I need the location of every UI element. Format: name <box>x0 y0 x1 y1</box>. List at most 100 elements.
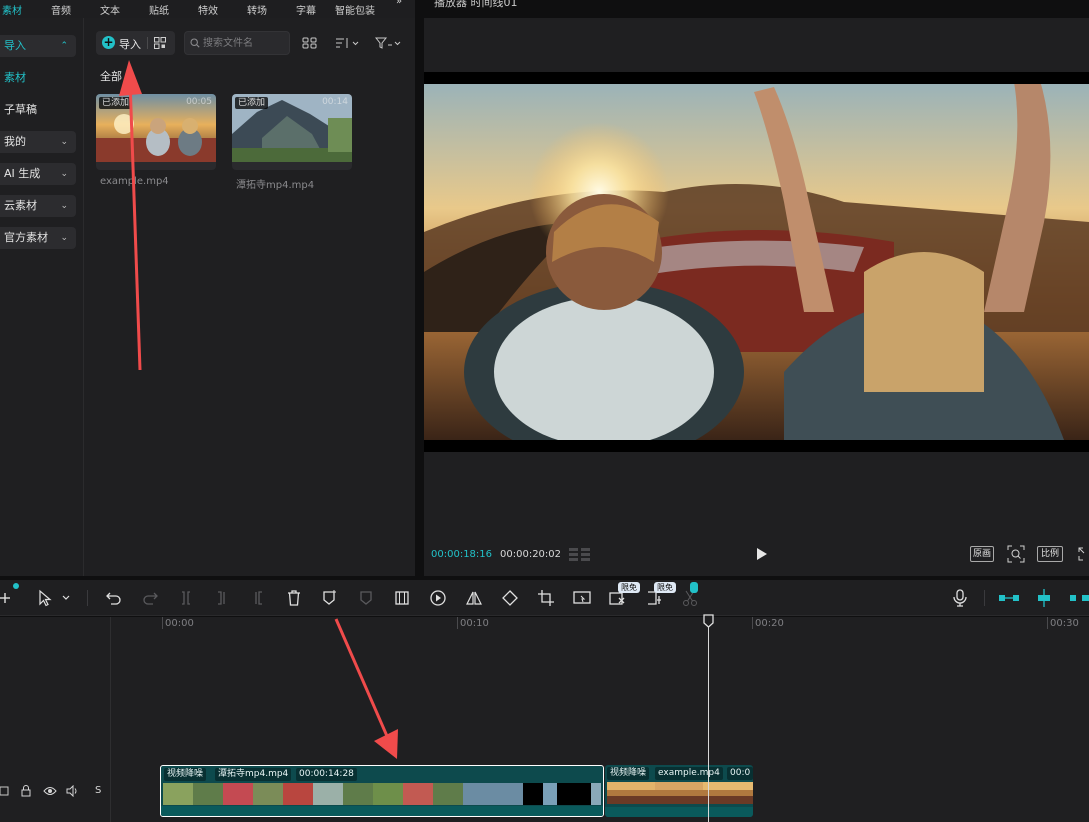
microphone-icon[interactable] <box>951 589 969 607</box>
top-tab-bar: 素材 音频 文本 贴纸 特效 转场 字幕 智能包装 » <box>0 0 415 18</box>
play-icon[interactable] <box>756 547 768 561</box>
player-title: 播放器 时间线01 <box>434 0 518 9</box>
solo-toggle[interactable]: S <box>95 785 101 796</box>
tab-transitions[interactable]: 转场 <box>247 2 267 17</box>
chevron-down-icon: ⌄ <box>60 169 68 179</box>
thumb-duration: 00:14 <box>322 97 348 107</box>
tab-text[interactable]: 文本 <box>100 2 120 17</box>
lock-icon[interactable] <box>20 784 32 797</box>
sidebar-item-label: 素材 <box>4 71 26 84</box>
view-mode-icon[interactable] <box>302 37 318 49</box>
eye-icon[interactable] <box>43 785 57 797</box>
sidebar-item-label: 导入 <box>4 39 26 52</box>
divider <box>87 590 88 606</box>
sidebar-item-label: 子草稿 <box>4 103 37 116</box>
filter-icon[interactable] <box>375 37 403 49</box>
add-marker-icon[interactable] <box>321 589 339 607</box>
badge-dot <box>690 582 698 593</box>
thumb-duration: 00:05 <box>186 97 212 107</box>
playhead-handle[interactable] <box>703 614 714 628</box>
cover-icon[interactable] <box>0 785 10 797</box>
ruler-label: 00:30 <box>1050 618 1079 629</box>
timeline-grid-icon[interactable] <box>568 546 592 562</box>
split-icon[interactable] <box>177 589 195 607</box>
clip-name: 潭拓寺mp4.mp4 <box>215 768 292 781</box>
total-time: 00:00:20:02 <box>500 549 562 560</box>
speed-icon[interactable] <box>429 589 447 607</box>
timeline-clip-example[interactable]: 视频降噪 example.mp4 00:0 <box>605 765 753 817</box>
linkage-icon[interactable] <box>1069 591 1089 605</box>
tab-audio[interactable]: 音频 <box>51 2 71 17</box>
clip-audio-waveform <box>605 807 753 817</box>
mirror-icon[interactable] <box>465 589 483 607</box>
clip-name: example.mp4 <box>655 767 723 780</box>
import-label: 导入 <box>119 38 141 51</box>
select-tool-icon[interactable] <box>36 589 72 607</box>
sidebar-item-label: 我的 <box>4 135 26 148</box>
delete-icon[interactable] <box>285 589 303 607</box>
sidebar-item-material[interactable]: 素材 <box>0 67 76 89</box>
undo-icon[interactable] <box>105 589 123 607</box>
screen-record-icon[interactable] <box>573 589 591 607</box>
sidebar-item-mine[interactable]: 我的 ⌄ <box>0 131 76 153</box>
added-badge: 已添加 <box>99 97 133 109</box>
chevron-down-icon: ⌄ <box>60 137 68 147</box>
freeze-frame-icon[interactable] <box>393 589 411 607</box>
search-icon <box>190 38 200 48</box>
video-frame <box>424 72 1089 462</box>
split-right-icon[interactable] <box>249 589 267 607</box>
redo-icon[interactable] <box>141 589 159 607</box>
sidebar-item-import[interactable]: 导入 ⌃ <box>0 35 76 57</box>
media-item-name: example.mp4 <box>100 176 169 187</box>
qr-code-icon[interactable] <box>154 37 166 49</box>
tab-stickers[interactable]: 贴纸 <box>149 2 169 17</box>
auto-snap-icon[interactable] <box>1034 589 1054 607</box>
media-sidebar: 导入 ⌃ 素材 子草稿 我的 ⌄ AI 生成 ⌄ 云素材 ⌄ 官方素材 ⌄ <box>0 18 84 576</box>
fullscreen-icon[interactable] <box>1078 547 1089 561</box>
current-time: 00:00:18:16 <box>431 549 493 560</box>
search-box <box>184 31 290 55</box>
import-button[interactable]: + 导入 <box>96 31 175 55</box>
tab-material[interactable]: 素材 <box>2 2 22 17</box>
media-item-tanzhe[interactable]: 已添加 00:14 <box>232 94 352 170</box>
volume-icon[interactable] <box>66 785 80 797</box>
marker-icon[interactable] <box>357 589 375 607</box>
split-left-icon[interactable] <box>213 589 231 607</box>
ruler-label: 00:10 <box>460 618 489 629</box>
ruler-label: 00:00 <box>165 618 194 629</box>
sidebar-item-subdraft[interactable]: 子草稿 <box>0 99 76 121</box>
sidebar-item-label: 云素材 <box>4 199 37 212</box>
sort-icon[interactable] <box>335 37 361 49</box>
clip-filmstrip <box>607 782 753 804</box>
ratio-button[interactable]: 比例 <box>1037 546 1063 562</box>
ruler-tick <box>752 617 753 629</box>
clip-duration: 00:00:14:28 <box>296 768 357 781</box>
tab-effects[interactable]: 特效 <box>198 2 218 17</box>
timeline-clip-tanzhe[interactable]: 视频降噪 潭拓寺mp4.mp4 00:00:14:28 <box>160 765 604 817</box>
clip-label-strip: 视频降噪 潭拓寺mp4.mp4 00:00:14:28 <box>161 766 603 782</box>
ruler-label: 00:20 <box>755 618 784 629</box>
sidebar-item-ai-generate[interactable]: AI 生成 ⌄ <box>0 163 76 185</box>
sidebar-item-official[interactable]: 官方素材 ⌄ <box>0 227 76 249</box>
sidebar-item-cloud[interactable]: 云素材 ⌄ <box>0 195 76 217</box>
free-badge: 限免 <box>654 582 676 593</box>
clip-label-strip: 视频降噪 example.mp4 00:0 <box>605 765 753 781</box>
added-badge: 已添加 <box>235 97 269 109</box>
free-badge: 限免 <box>618 582 640 593</box>
main-track-magnet-icon[interactable] <box>998 591 1020 605</box>
video-preview[interactable] <box>424 72 1089 462</box>
tabs-more-icon[interactable]: » <box>396 0 402 7</box>
rotate-icon[interactable] <box>501 589 519 607</box>
tab-captions[interactable]: 字幕 <box>296 2 316 17</box>
zoom-fit-icon[interactable] <box>1007 545 1025 563</box>
clip-effect-badge: 视频降噪 <box>607 767 650 780</box>
search-input[interactable] <box>203 35 287 51</box>
plus-icon: + <box>102 35 115 49</box>
original-quality-button[interactable]: 原画 <box>970 546 994 562</box>
ruler-tick <box>1047 617 1048 629</box>
crop-icon[interactable] <box>537 589 555 607</box>
tab-smart-package[interactable]: 智能包装 <box>335 2 375 17</box>
media-item-example[interactable]: 已添加 00:05 <box>96 94 216 170</box>
add-track-icon[interactable] <box>0 589 12 607</box>
clip-duration: 00:0 <box>727 767 753 780</box>
